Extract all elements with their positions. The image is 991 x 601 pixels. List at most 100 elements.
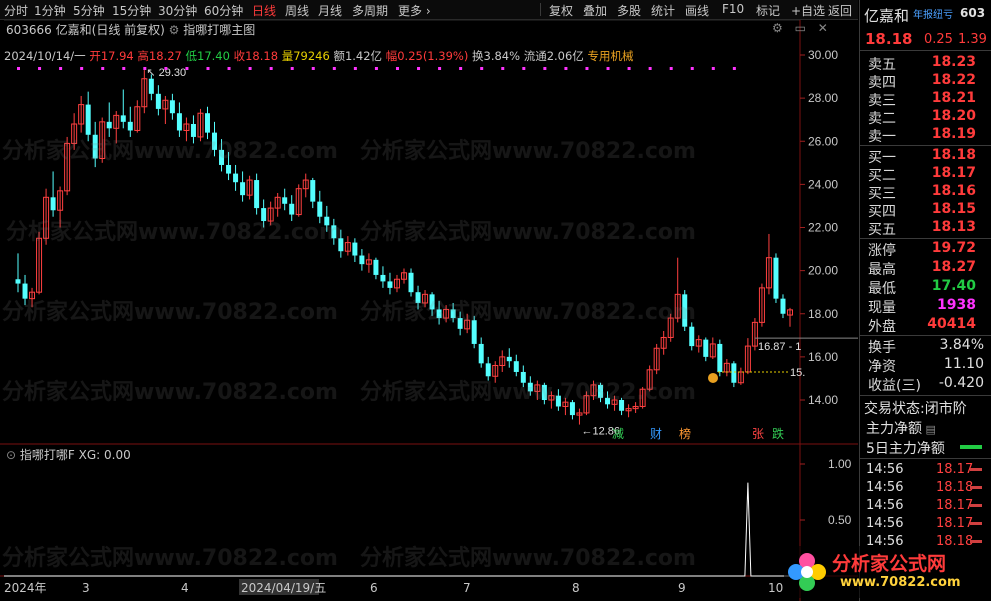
panel-stock-code: 603 [960, 6, 986, 20]
tick-time: 14:56 [866, 480, 904, 495]
close-label: 收 [233, 49, 246, 63]
panel-change-pct: 1.39 [958, 32, 987, 47]
tick-price: 18.17 [936, 462, 974, 477]
ask-row-1: 卖一 18.19 [866, 126, 990, 145]
period-tab-monthly[interactable]: 月线 [318, 2, 342, 19]
stat-label: 收益(三) [868, 378, 921, 394]
net-flow-bar [960, 445, 982, 449]
event-tag: 财 [650, 427, 662, 441]
candle-body [148, 78, 154, 94]
toolbar-divider [540, 3, 541, 16]
candle-body [555, 395, 561, 407]
candle-body [254, 180, 260, 209]
stat-limit-up: 涨停 19.72 [866, 240, 990, 259]
toolbar: 分时 1分钟 5分钟 15分钟 30分钟 60分钟 日线 周线 月线 多周期 更… [0, 0, 858, 20]
bid-label: 买三 [868, 186, 896, 202]
y-tick-label: 16.00 [808, 350, 838, 364]
bid-price: 18.18 [931, 147, 976, 163]
add-favorite-button[interactable]: +自选 [791, 2, 825, 19]
ray-label: 15. [790, 367, 805, 379]
candle-body [520, 371, 526, 383]
float-value: 2.06亿 [546, 49, 584, 63]
high-value: 18.27 [148, 49, 182, 63]
candle-body [478, 343, 484, 364]
signal-dot [395, 67, 399, 70]
close-icon[interactable]: ✕ [818, 21, 828, 35]
overlay-button[interactable]: 叠加 [583, 2, 607, 19]
signal-dot [648, 67, 652, 70]
multi-stock-button[interactable]: 多股 [617, 2, 641, 19]
sub-y-tick-label: 0.50 [828, 513, 852, 527]
settings-icon[interactable]: ⚙ [772, 21, 783, 35]
draw-line-button[interactable]: 画线 [685, 2, 709, 19]
candle-body [226, 164, 232, 174]
signal-dot [269, 67, 273, 70]
period-tab-5min[interactable]: 5分钟 [73, 2, 105, 19]
signal-dot [501, 67, 505, 70]
chart-grid [0, 20, 858, 601]
divider [860, 395, 991, 396]
restore-icon[interactable]: ▭ [795, 21, 806, 35]
x-tick-label: 2024年 [4, 581, 47, 595]
stat-net-asset: 净资 11.10 [866, 356, 990, 375]
mark-button[interactable]: 标记 [756, 2, 780, 19]
ask-price: 18.23 [931, 54, 976, 70]
period-tab-daily[interactable]: 日线 [252, 2, 276, 19]
main-net-row[interactable]: 主力净额 ▤ [866, 418, 936, 438]
candle-body [261, 208, 267, 222]
y-tick-label: 28.00 [808, 91, 838, 105]
period-tab-60min[interactable]: 60分钟 [204, 2, 243, 19]
sector-tag[interactable]: 专用机械 [587, 49, 633, 63]
volume-label: 量 [281, 49, 294, 63]
kline-chart[interactable]: ↖ 29.30←12.8616.87 - 115.减财榜张跌 30.0028.0… [0, 20, 858, 601]
stats-button[interactable]: 统计 [651, 2, 675, 19]
amount-value: 1.42亿 [344, 49, 383, 63]
signal-dot [732, 67, 736, 70]
sub-indicator-header: ⊙ 指哪打哪F XG: 0.00 [6, 446, 131, 463]
more-menu[interactable]: 更多 › [398, 2, 431, 19]
sub-indicator-name[interactable]: 指哪打哪F [20, 448, 75, 462]
ask-label: 卖四 [868, 75, 896, 91]
signal-dot [311, 67, 315, 70]
period-tab-intraday[interactable]: 分时 [4, 2, 28, 19]
ask-price: 18.19 [931, 126, 976, 142]
low-value: 17.40 [197, 49, 230, 63]
logo-text: 分析家公式网 [832, 553, 947, 575]
candle-body [450, 309, 456, 319]
adjust-button[interactable]: 复权 [549, 2, 573, 19]
x-axis: 2024年 3 4 2024/04/19/五 6 7 8 9 10 [4, 579, 783, 595]
main-net5-row[interactable]: 5日主力净额 [866, 438, 945, 458]
stat-value: 1938 [937, 297, 976, 313]
f10-button[interactable]: F10 [722, 2, 744, 16]
period-tab-15min[interactable]: 15分钟 [112, 2, 151, 19]
y-tick-label: 26.00 [808, 134, 838, 148]
candle-body [471, 320, 477, 344]
y-tick-label: 30.00 [808, 48, 838, 62]
settings-icon[interactable]: ⚙ [169, 23, 180, 37]
signal-dot [185, 67, 189, 70]
signal-dot [669, 67, 673, 70]
candle-body [541, 384, 547, 400]
close-value: 18.18 [245, 49, 279, 63]
chevron-down-icon[interactable]: ⊙ [6, 448, 16, 462]
candle-body [436, 309, 442, 319]
back-button[interactable]: 返回 [828, 2, 852, 19]
candle-body [127, 121, 133, 131]
period-tab-30min[interactable]: 30分钟 [158, 2, 197, 19]
stat-low: 最低 17.40 [866, 278, 990, 297]
period-tab-multi[interactable]: 多周期 [352, 2, 388, 19]
candle-body [338, 238, 344, 252]
panel-stock-tag[interactable]: 年报纽亏 [913, 6, 953, 21]
signal-dot [59, 67, 63, 70]
candle-body [15, 279, 21, 284]
main-indicator-name[interactable]: 指哪打哪主图 [183, 23, 255, 37]
turnover-value: 3.84% [483, 49, 521, 63]
stat-label: 最低 [868, 281, 896, 297]
signal-dot [480, 67, 484, 70]
list-icon[interactable]: ▤ [922, 423, 935, 436]
period-tab-weekly[interactable]: 周线 [285, 2, 309, 19]
bid-label: 买二 [868, 168, 896, 184]
signal-dot [206, 67, 210, 70]
candle-body [598, 384, 604, 398]
period-tab-1min[interactable]: 1分钟 [34, 2, 66, 19]
